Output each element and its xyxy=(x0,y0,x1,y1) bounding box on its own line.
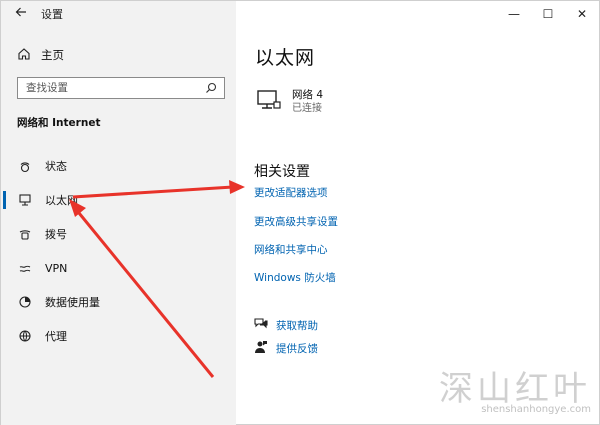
proxy-icon xyxy=(17,328,33,344)
status-icon xyxy=(17,158,33,174)
link-advanced-sharing[interactable]: 更改高级共享设置 xyxy=(254,214,338,229)
sidebar-item-vpn[interactable]: VPN xyxy=(1,251,236,285)
back-arrow-icon xyxy=(15,6,27,22)
sidebar-item-dialup[interactable]: 拨号 xyxy=(1,217,236,251)
network-name: 网络 4 xyxy=(292,89,324,101)
link-windows-firewall[interactable]: Windows 防火墙 xyxy=(254,270,336,285)
ethernet-monitor-icon xyxy=(256,89,282,117)
help-chat-icon xyxy=(254,317,268,334)
window-controls: — ☐ ✕ xyxy=(497,1,599,27)
sidebar-item-label: 代理 xyxy=(45,330,67,343)
sidebar-item-label: 数据使用量 xyxy=(45,296,100,309)
watermark-logo: 深山红叶 xyxy=(439,369,591,409)
sidebar-item-label: 拨号 xyxy=(45,228,67,241)
search-input[interactable] xyxy=(26,82,204,94)
home-label: 主页 xyxy=(41,48,64,62)
search-box[interactable] xyxy=(17,77,225,99)
network-status: 已连接 xyxy=(292,103,322,114)
link-adapter-options[interactable]: 更改适配器选项 xyxy=(254,185,328,200)
feedback-icon xyxy=(254,340,268,357)
maximize-button[interactable]: ☐ xyxy=(531,1,565,27)
sidebar-item-label: 以太网 xyxy=(45,194,78,207)
app-title: 设置 xyxy=(41,8,63,21)
sidebar-item-ethernet[interactable]: 以太网 xyxy=(1,183,236,217)
get-help-label: 获取帮助 xyxy=(276,320,318,332)
close-icon: ✕ xyxy=(576,7,588,21)
title-bar: 设置 xyxy=(1,1,236,27)
nav-list: 状态 以太网 拨号 VPN 数据使用量 代理 xyxy=(1,149,236,353)
sidebar-item-label: 状态 xyxy=(45,160,67,173)
related-settings-title: 相关设置 xyxy=(254,164,310,180)
minimize-button[interactable]: — xyxy=(497,1,531,27)
sidebar-item-status[interactable]: 状态 xyxy=(1,149,236,183)
get-help-link[interactable]: 获取帮助 xyxy=(254,317,318,334)
feedback-link[interactable]: 提供反馈 xyxy=(254,340,318,357)
section-title: 网络和 Internet xyxy=(17,117,101,129)
maximize-icon: ☐ xyxy=(542,7,554,21)
back-button[interactable] xyxy=(7,1,35,27)
network-card[interactable]: 网络 4 已连接 xyxy=(256,89,323,117)
data-usage-icon xyxy=(17,294,33,310)
sidebar-item-data-usage[interactable]: 数据使用量 xyxy=(1,285,236,319)
search-icon[interactable] xyxy=(204,81,218,95)
settings-window: 设置 主页 网络和 Internet 状态 xyxy=(0,0,600,425)
sidebar: 设置 主页 网络和 Internet 状态 xyxy=(1,1,236,425)
feedback-label: 提供反馈 xyxy=(276,343,318,355)
sidebar-item-label: VPN xyxy=(45,261,68,275)
link-sharing-center[interactable]: 网络和共享中心 xyxy=(254,242,328,257)
home-nav-item[interactable]: 主页 xyxy=(17,45,64,65)
network-info: 网络 4 已连接 xyxy=(292,89,323,116)
home-icon xyxy=(17,47,31,64)
minimize-icon: — xyxy=(508,7,520,21)
page-title: 以太网 xyxy=(255,47,316,69)
dialup-icon xyxy=(17,226,33,242)
sidebar-item-proxy[interactable]: 代理 xyxy=(1,319,236,353)
close-button[interactable]: ✕ xyxy=(565,1,599,27)
watermark-url: shenshanhongye.com xyxy=(481,404,591,415)
vpn-icon xyxy=(17,260,33,276)
ethernet-icon xyxy=(17,192,33,208)
